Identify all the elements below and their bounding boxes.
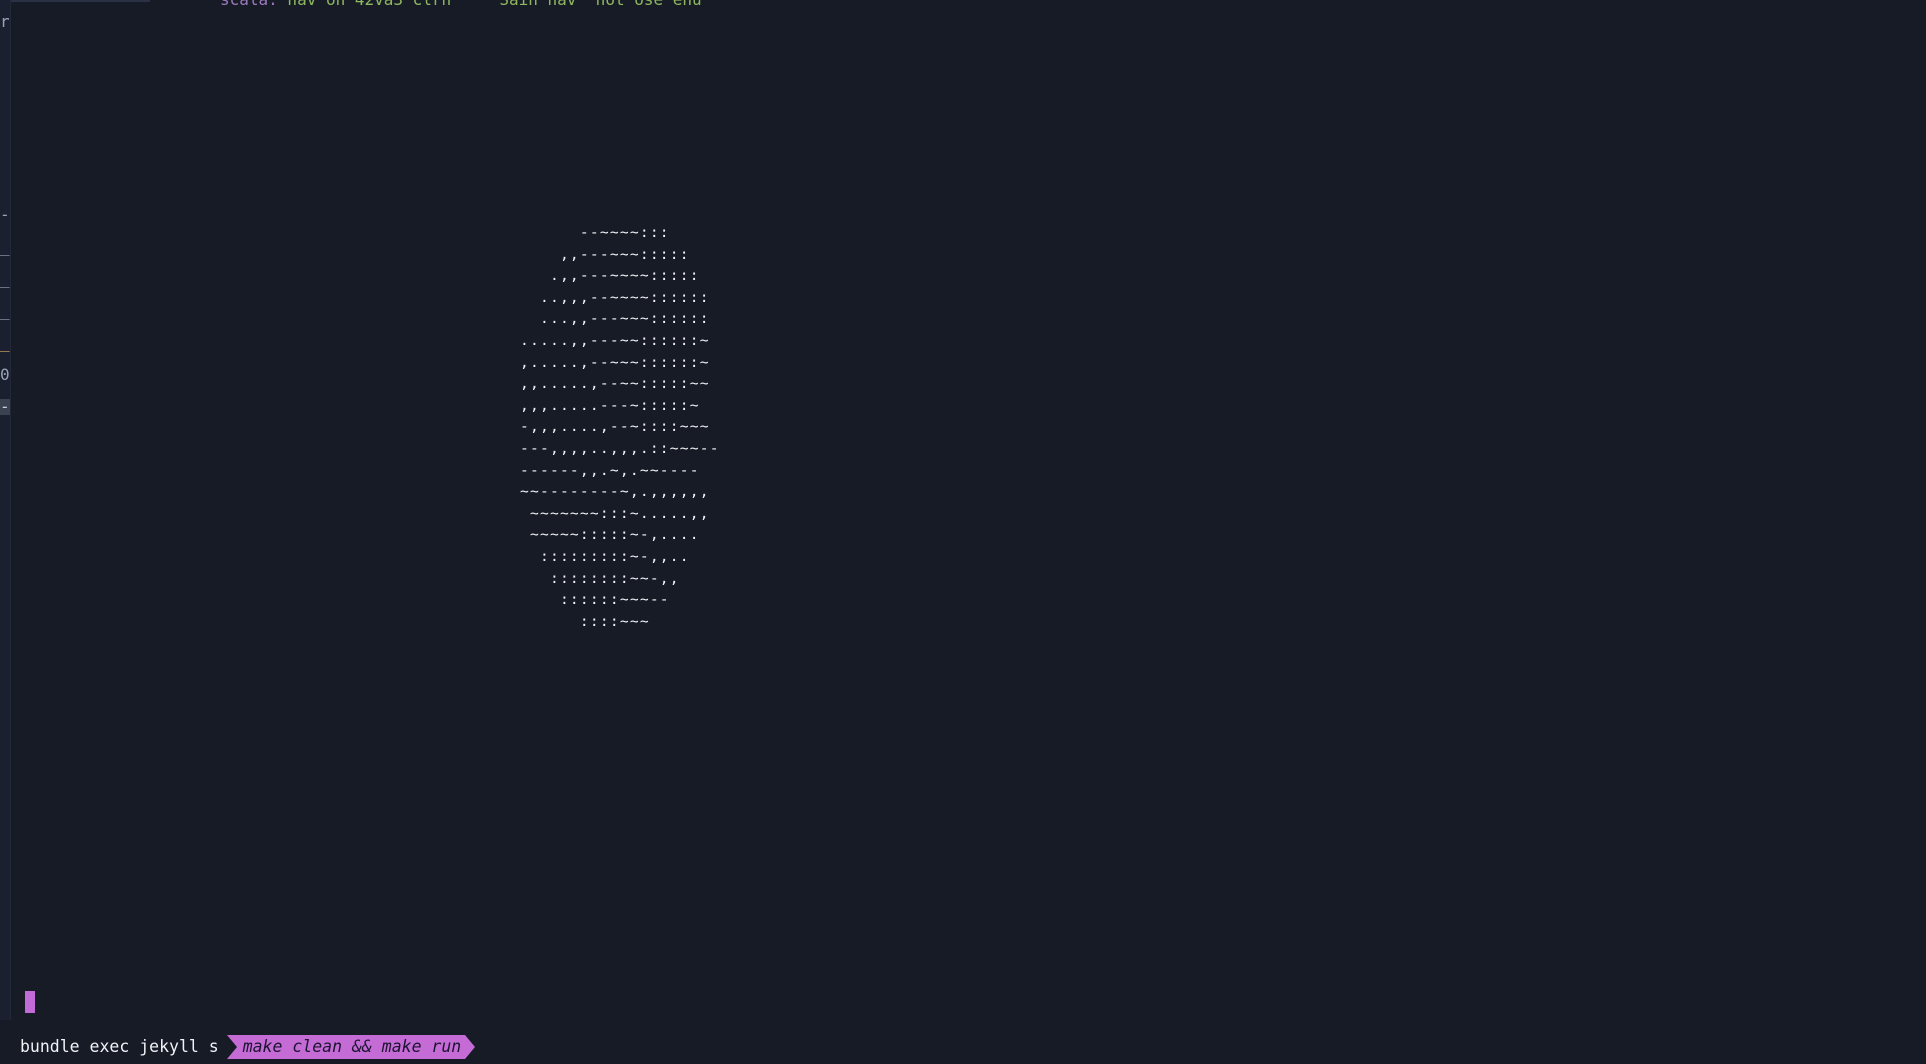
tmux-status-bar: bundle exec jekyll s make clean && make … bbox=[0, 1035, 476, 1059]
pane-text-fragment: 0 bbox=[0, 365, 10, 384]
top-edge-highlight bbox=[0, 0, 150, 2]
pane-text-fragment: _( bbox=[0, 301, 10, 320]
powerline-separator-right-icon bbox=[465, 1035, 476, 1059]
output-text: nav on 42va3 clrn ' Sain nav not ose enu… bbox=[278, 0, 720, 9]
pane-text-fragment: _( bbox=[0, 333, 10, 352]
left-split-pane[interactable]: r -( _( _( _( _( 0 -( bbox=[0, 0, 11, 1020]
pane-text-fragment: -( bbox=[0, 205, 10, 224]
output-keyword: scala: bbox=[220, 0, 278, 9]
active-window-label: make clean && make run bbox=[236, 1035, 466, 1059]
terminal-cursor bbox=[25, 991, 35, 1013]
pane-text-fragment: _( bbox=[0, 269, 10, 288]
window-tab-active[interactable]: make clean && make run bbox=[226, 1035, 476, 1059]
pane-text-fragment: -( bbox=[0, 399, 10, 415]
ascii-art-sphere: --~~~~::: ,,---~~~::::: .,,---~~~~::::: … bbox=[520, 224, 720, 630]
powerline-separator-left-icon bbox=[226, 1035, 237, 1059]
pane-text-fragment: _( bbox=[0, 237, 10, 256]
scrolled-output-line: scala: nav on 42va3 clrn ' Sain nav not … bbox=[220, 0, 721, 9]
window-tab-jekyll[interactable]: bundle exec jekyll s bbox=[0, 1035, 227, 1059]
pane-text-fragment: r bbox=[0, 12, 10, 31]
